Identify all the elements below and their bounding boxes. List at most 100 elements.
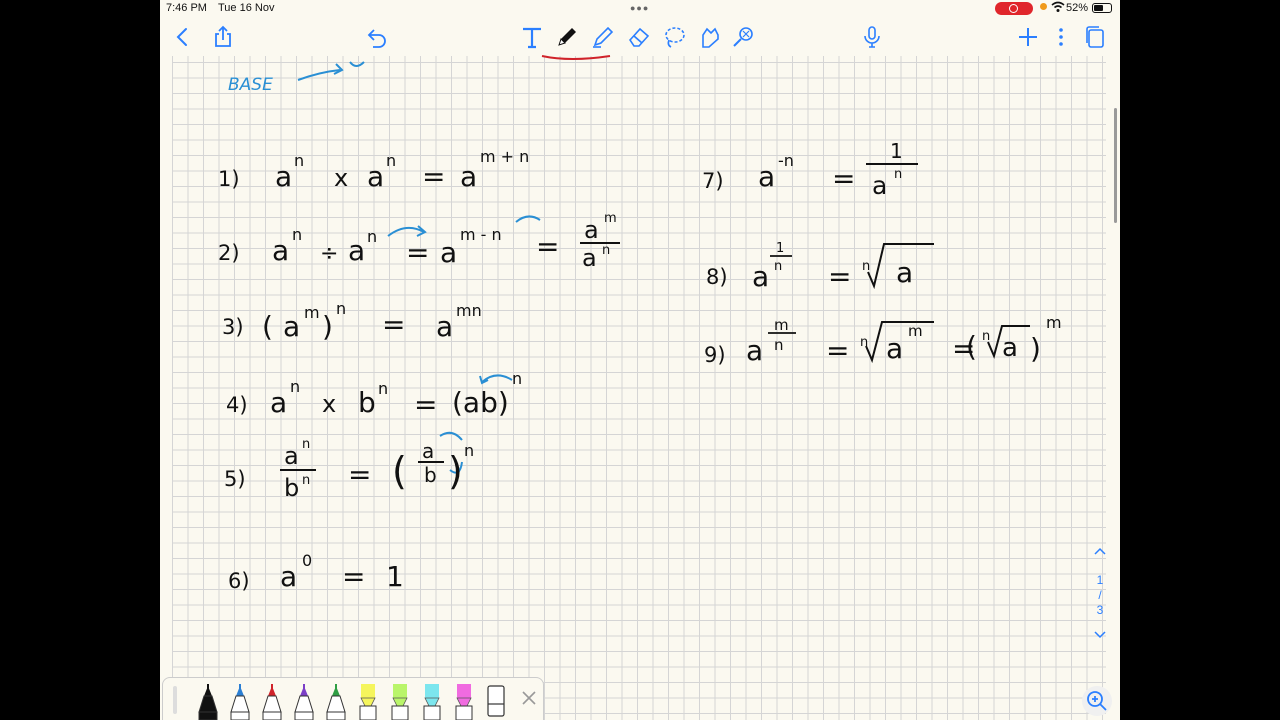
rule-5-open: ( <box>392 449 407 493</box>
rule-7-exp: -n <box>778 151 794 170</box>
rule-3-base: a <box>283 310 300 343</box>
red-pen[interactable] <box>261 682 283 720</box>
rule-7-frac-den: a <box>872 171 887 200</box>
rule-2-op: ÷ <box>320 241 338 266</box>
rule-5-eq: = <box>348 458 371 491</box>
rule-9-radicand: a <box>886 332 903 365</box>
rule-8-radicand: a <box>896 256 913 289</box>
rule-5-exp: n <box>464 441 474 460</box>
page-down-button[interactable] <box>1086 624 1114 646</box>
zoom-button[interactable] <box>1082 686 1112 716</box>
rule-9: 9) a m n = n a m = ( n a ) m <box>704 313 1062 367</box>
black-pen-icon <box>198 684 218 720</box>
rule-3-number: 3) <box>222 315 244 339</box>
lime-highlighter[interactable] <box>389 682 411 720</box>
rule-9-open: ( <box>966 330 977 363</box>
rule-4-rhs-exp: n <box>512 369 522 388</box>
rule-2-number: 2) <box>218 241 240 265</box>
rule-3: 3) ( a m ) n = a mn <box>222 299 482 343</box>
rule-3-close: ) <box>322 310 333 343</box>
rule-1-number: 1) <box>218 167 240 191</box>
rule-5-frac-num-exp: n <box>302 437 310 452</box>
rule-6-eq: = <box>342 560 365 593</box>
rule-1: 1) a n x a n = a m + n <box>218 147 529 193</box>
rule-1-exp: n <box>294 151 304 170</box>
rule-9-close: ) <box>1030 332 1041 365</box>
current-page: 1 <box>1096 573 1104 587</box>
rule-3-rhs: a <box>436 310 453 343</box>
page-up-button[interactable] <box>1086 540 1114 562</box>
rule-3-rhs-exp: mn <box>456 301 482 320</box>
rule-9-exp-den: n <box>774 336 784 354</box>
rule-7-base: a <box>758 160 775 193</box>
rule-5-frac-den-exp: n <box>302 473 310 488</box>
green-pen[interactable] <box>325 682 347 720</box>
blue-pen[interactable] <box>229 682 251 720</box>
rule-2-rhs: a <box>440 236 457 269</box>
rule-6-base: a <box>280 560 297 593</box>
chevron-down-icon <box>1094 631 1106 639</box>
rule-6-exp: 0 <box>302 551 312 570</box>
eraser[interactable] <box>485 682 507 720</box>
red-pen-icon <box>262 684 282 720</box>
rule-7-frac-num: 1 <box>890 139 903 163</box>
rule-4-rhs: (ab) <box>452 386 509 419</box>
rule-5-frac-den: b <box>284 474 299 502</box>
yellow-highlighter-icon <box>359 684 377 720</box>
rule-2-term: a <box>272 234 289 267</box>
pen-toolbar <box>162 677 544 720</box>
purple-pen[interactable] <box>293 682 315 720</box>
rule-4-number: 4) <box>226 393 248 417</box>
rule-5-number: 5) <box>224 467 246 491</box>
rule-8-exp-num: 1 <box>776 241 784 256</box>
ipad-screen: 7:46 PM Tue 16 Nov ●●● 52% BASE 1) a n x… <box>160 0 1120 720</box>
rule-2-rhs-exp: m - n <box>460 225 502 244</box>
pink-highlighter[interactable] <box>453 682 475 720</box>
rule-9-outer-exp: m <box>1046 313 1062 332</box>
rule-4-op: x <box>322 390 336 418</box>
rule-7-frac-den-exp: n <box>894 167 902 182</box>
rule-6-number: 6) <box>228 569 250 593</box>
rule-2-exp: n <box>292 225 302 244</box>
rule-9-exp-num: m <box>774 316 789 334</box>
page-navigator: 1 / 3 <box>1086 540 1114 650</box>
rule-2-term2: a <box>348 234 365 267</box>
rule-4-b: b <box>358 386 376 419</box>
rule-2-exp2: n <box>367 227 377 246</box>
header-base-label: BASE <box>228 75 273 95</box>
rule-6-rhs: 1 <box>386 560 404 593</box>
rule-4: 4) a n x b n = (ab) n <box>226 369 522 421</box>
eraser-icon <box>487 685 505 717</box>
rule-3-exp2: n <box>336 299 346 318</box>
page-separator: / <box>1098 588 1102 602</box>
rule-4-b-exp: n <box>378 379 388 398</box>
rule-2-eq: = <box>406 236 429 269</box>
blue-pen-icon <box>230 684 250 720</box>
rule-5-inner-num: a <box>422 439 434 463</box>
rule-5-frac-num: a <box>284 442 299 470</box>
close-pen-toolbar-button[interactable] <box>519 688 539 708</box>
handwritten-notes: BASE 1) a n x a n = a m + n 2) a n ÷ a n… <box>218 55 1062 593</box>
black-pen[interactable] <box>197 682 219 720</box>
pen-toolbar-handle[interactable] <box>173 686 177 714</box>
cyan-highlighter[interactable] <box>421 682 443 720</box>
rule-2-frac-den-exp: n <box>602 243 610 258</box>
rule-4-a-exp: n <box>290 377 300 396</box>
rule-6: 6) a 0 = 1 <box>228 551 404 593</box>
rule-3-open: ( <box>262 310 273 343</box>
lime-highlighter-icon <box>391 684 409 720</box>
rule-9-eq: = <box>826 334 849 367</box>
rule-1-rhs-exp: m + n <box>480 147 529 166</box>
yellow-highlighter[interactable] <box>357 682 379 720</box>
rule-1-term: a <box>275 160 292 193</box>
total-pages: 3 <box>1096 603 1104 617</box>
rule-9-root-index2: n <box>982 329 990 344</box>
rule-9-base: a <box>746 334 763 367</box>
rule-1-op: x <box>334 164 348 192</box>
green-pen-icon <box>326 684 346 720</box>
rule-8: 8) a 1 n = n a <box>706 241 934 293</box>
rule-2-frac-den: a <box>582 244 597 272</box>
rule-1-rhs: a <box>460 160 477 193</box>
rule-1-exp2: n <box>386 151 396 170</box>
rule-4-eq: = <box>414 388 437 421</box>
